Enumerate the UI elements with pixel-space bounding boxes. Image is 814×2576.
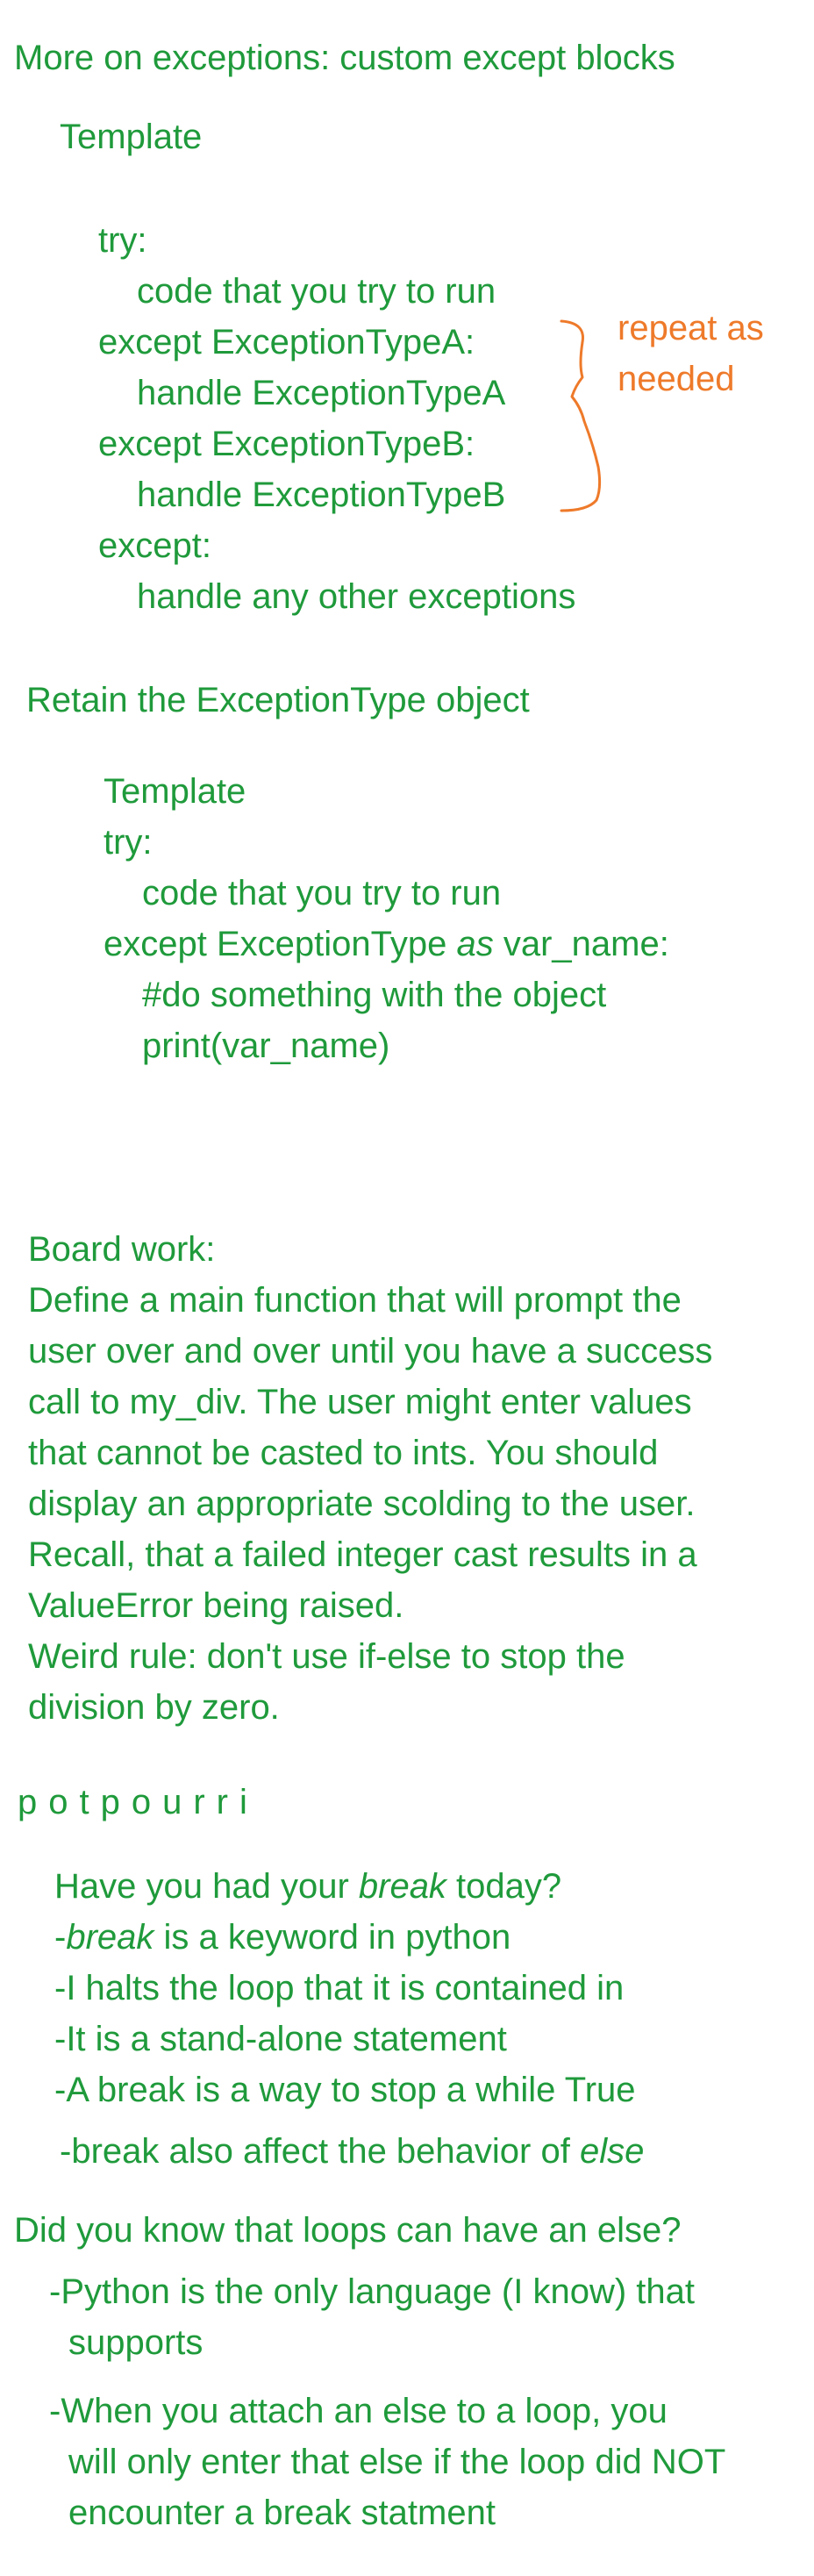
annotation-repeat-line-1: repeat as	[618, 309, 764, 347]
board-work-line: Recall, that a failed integer cast resul…	[28, 1535, 697, 1574]
code2-line-try-body: code that you try to run	[142, 874, 502, 912]
section-title-custom-except: More on exceptions: custom except blocks	[14, 39, 675, 77]
potpourri-text: -break also affect the behavior of	[60, 2132, 580, 2171]
potpourri-line-standalone: -It is a stand-alone statement	[54, 2020, 507, 2058]
potpourri-text: today?	[446, 1867, 562, 1906]
loops-else-line: supports	[68, 2323, 204, 2362]
annotation-repeat-line-2: needed	[618, 360, 735, 398]
code2-line-print: print(var_name)	[142, 1027, 390, 1065]
code-line-handle-other: handle any other exceptions	[137, 577, 576, 616]
section-title-retain-object: Retain the ExceptionType object	[26, 681, 530, 719]
potpourri-line-while-true: -A break is a way to stop a while True	[54, 2071, 636, 2109]
template-label-2: Template	[104, 772, 246, 811]
board-work-line: Weird rule: don't use if-else to stop th…	[28, 1637, 625, 1676]
board-work-line: display an appropriate scolding to the u…	[28, 1485, 696, 1523]
potpourri-text: -	[54, 1918, 67, 1957]
code-line-except-b: except ExceptionTypeB:	[98, 425, 475, 463]
code2-var-name: var_name:	[493, 925, 669, 963]
loops-else-line: will only enter that else if the loop di…	[68, 2443, 726, 2481]
code-line-except-bare: except:	[98, 526, 211, 565]
break-emphasis: break	[66, 1918, 154, 1957]
potpourri-text: is a keyword in python	[154, 1918, 511, 1957]
code2-line-try: try:	[104, 823, 153, 862]
code2-except-prefix: except ExceptionType	[104, 925, 457, 963]
loops-else-line: encounter a break statment	[68, 2494, 496, 2532]
board-work-line: division by zero.	[28, 1688, 280, 1727]
loops-else-line: -When you attach an else to a loop, you	[49, 2392, 668, 2430]
code-line-handle-a: handle ExceptionTypeA	[137, 374, 506, 412]
loops-else-line: -Python is the only language (I know) th…	[49, 2272, 695, 2311]
board-work-line: user over and over until you have a succ…	[28, 1332, 713, 1370]
code-line-try: try:	[98, 221, 147, 260]
potpourri-text: Have you had your	[54, 1867, 359, 1906]
board-work-title: Board work:	[28, 1230, 216, 1269]
loops-else-title: Did you know that loops can have an else…	[14, 2211, 682, 2250]
code-line-handle-b: handle ExceptionTypeB	[137, 476, 506, 514]
potpourri-line-break-today: Have you had your break today?	[54, 1862, 561, 1911]
board-work-line: Define a main function that will prompt …	[28, 1281, 682, 1320]
code-line-except-a: except ExceptionTypeA:	[98, 323, 475, 361]
code2-line-except-as: except ExceptionType as var_name:	[104, 919, 669, 969]
board-work-line: that cannot be casted to ints. You shoul…	[28, 1434, 659, 1472]
break-emphasis: break	[358, 1867, 446, 1906]
board-work-line: call to my_div. The user might enter val…	[28, 1383, 692, 1421]
board-work-line: ValueError being raised.	[28, 1586, 404, 1625]
potpourri-line-halts: -I halts the loop that it is contained i…	[54, 1969, 625, 2007]
code-line-try-body: code that you try to run	[137, 272, 496, 311]
else-emphasis: else	[579, 2132, 645, 2171]
potpourri-line-keyword: -break is a keyword in python	[54, 1913, 511, 1962]
potpourri-line-else-behavior: -break also affect the behavior of else	[60, 2127, 644, 2176]
template-label: Template	[60, 118, 203, 156]
potpourri-title: potpourri	[18, 1783, 259, 1821]
code2-line-comment: #do something with the object	[142, 976, 607, 1014]
code2-as-keyword: as	[456, 925, 494, 963]
